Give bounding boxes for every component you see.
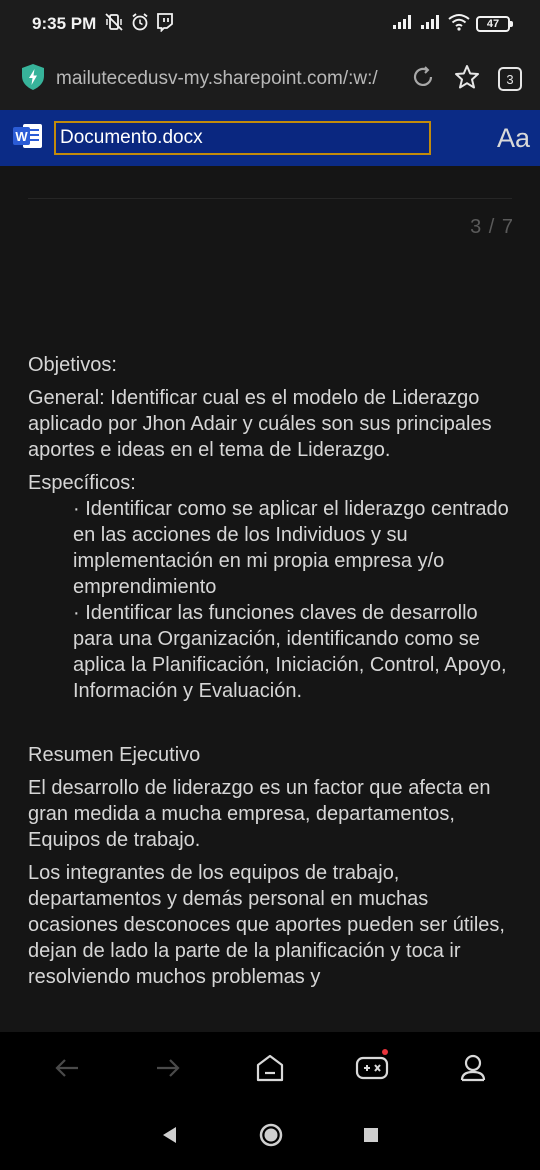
objetivos-heading: Objetivos: — [28, 354, 117, 376]
star-icon[interactable] — [454, 64, 480, 95]
status-time: 9:35 PM — [32, 14, 97, 33]
svg-text:W: W — [15, 129, 28, 144]
forward-arrow-icon — [157, 1059, 180, 1077]
browser-bottom-nav — [0, 1032, 540, 1104]
document-area[interactable]: 3 / 7 Objetivos: General: Identificar cu… — [0, 166, 540, 1032]
home-icon — [256, 1054, 284, 1082]
signal-icon — [420, 14, 442, 35]
browser-url-bar: mailutecedusv-my.sharepoint.com/:w:/ 3 — [0, 48, 540, 110]
recents-square-icon[interactable] — [362, 1126, 380, 1149]
list-item: · Identificar las funciones claves de de… — [73, 602, 507, 702]
resumen-paragraph: Los integrantes de los equipos de trabaj… — [28, 862, 505, 988]
notification-dot — [381, 1049, 388, 1055]
back-button[interactable] — [37, 1038, 97, 1098]
home-circle-icon[interactable] — [258, 1122, 284, 1153]
page-divider — [28, 198, 512, 199]
vibrate-off-icon — [104, 12, 124, 37]
games-icon — [355, 1056, 388, 1080]
url-text[interactable]: mailutecedusv-my.sharepoint.com/:w:/ — [56, 68, 390, 90]
games-button[interactable] — [342, 1038, 402, 1098]
profile-icon — [461, 1054, 486, 1082]
resumen-paragraph: El desarrollo de liderazgo es un factor … — [28, 777, 491, 851]
especificos-list: · Identificar como se aplicar el lideraz… — [28, 496, 518, 704]
word-header: W Documento.docx Aa — [0, 110, 540, 166]
battery-icon: 47 — [476, 16, 513, 32]
shield-icon[interactable] — [20, 63, 46, 96]
signal-icon — [392, 14, 414, 35]
document-title-input[interactable]: Documento.docx — [54, 121, 431, 155]
wifi-icon — [448, 13, 470, 36]
resumen-heading: Resumen Ejecutivo — [28, 744, 201, 766]
document-content: Objetivos: General: Identificar cual es … — [28, 352, 518, 997]
list-item: · Identificar como se aplicar el lideraz… — [73, 498, 509, 598]
forward-button[interactable] — [138, 1038, 198, 1098]
tab-count-button[interactable]: 3 — [498, 67, 522, 91]
word-logo-icon: W — [12, 121, 44, 156]
reload-icon[interactable] — [410, 64, 436, 95]
back-arrow-icon — [55, 1059, 78, 1077]
status-bar: 9:35 PM 47 — [0, 0, 540, 48]
system-nav-bar — [0, 1104, 540, 1170]
alarm-icon — [130, 12, 150, 37]
profile-button[interactable] — [443, 1038, 503, 1098]
twitch-icon — [156, 12, 174, 37]
back-triangle-icon[interactable] — [160, 1125, 180, 1150]
home-button[interactable] — [240, 1038, 300, 1098]
especificos-heading: Específicos: — [28, 472, 136, 494]
font-size-button[interactable]: Aa — [497, 123, 530, 154]
page-indicator: 3 / 7 — [470, 216, 514, 238]
objetivo-general: General: Identificar cual es el modelo d… — [28, 387, 492, 461]
